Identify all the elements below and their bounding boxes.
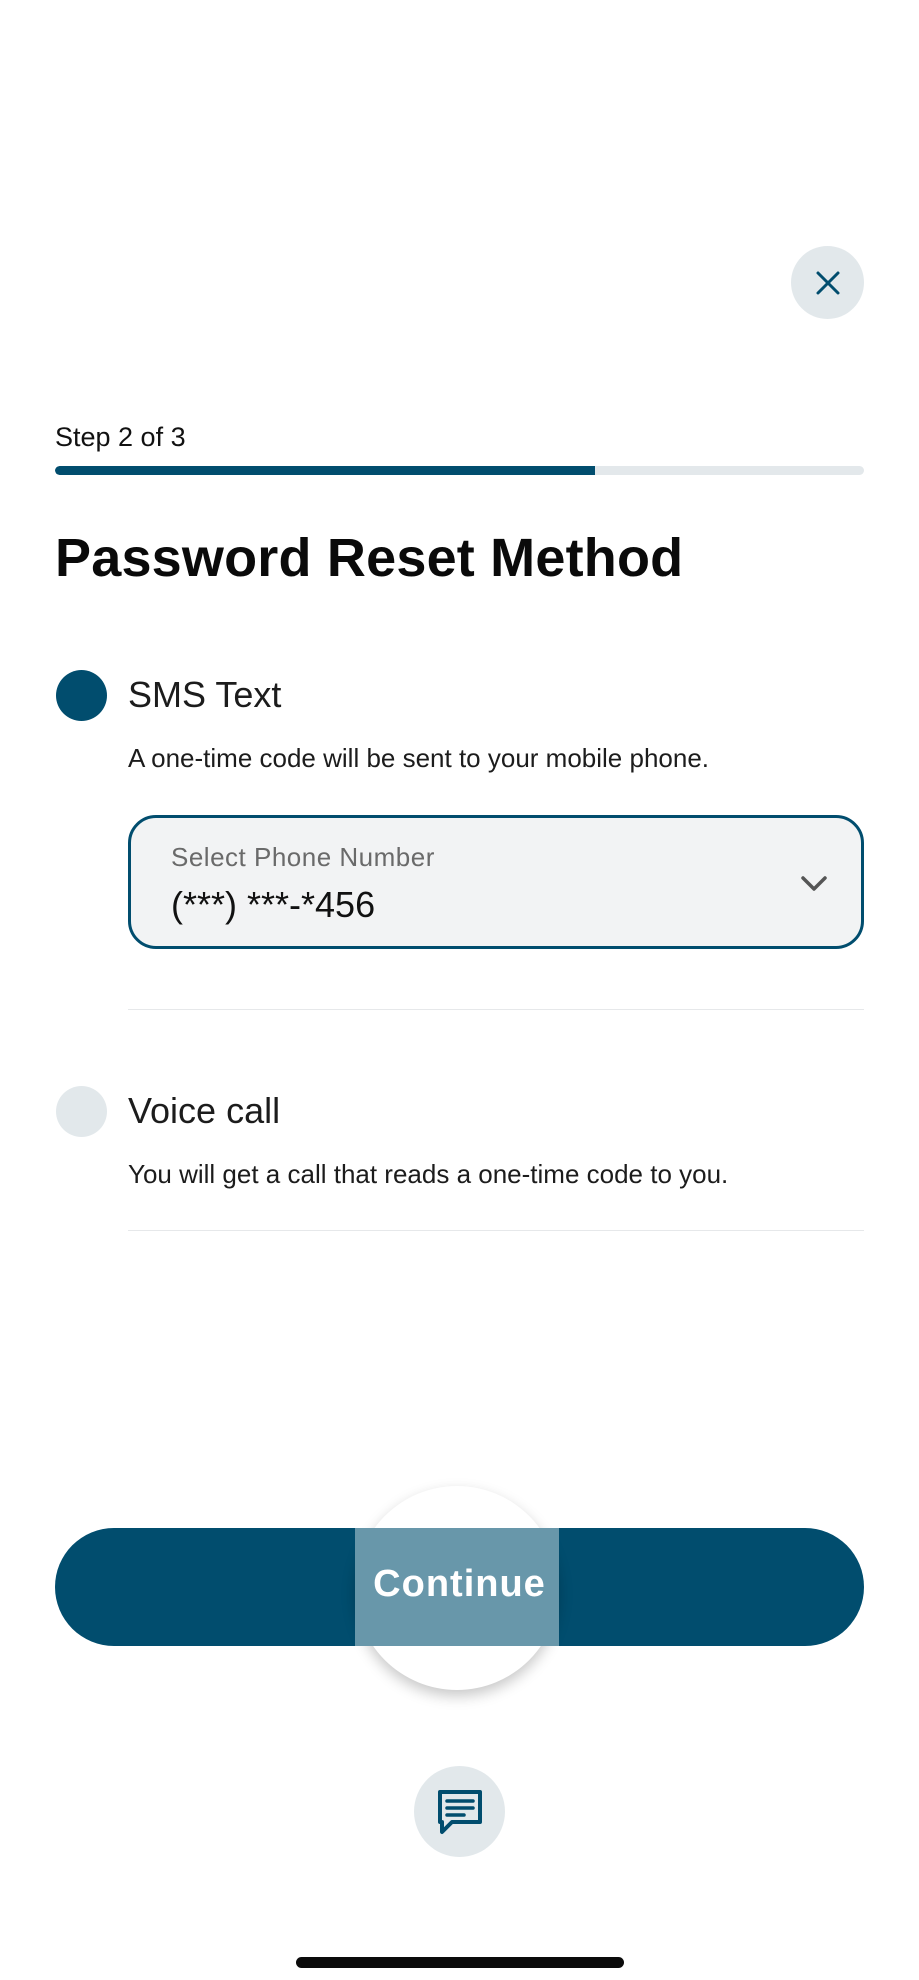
chat-button[interactable] [414, 1766, 505, 1857]
sms-text-radio[interactable] [56, 670, 107, 721]
chevron-down-icon [801, 876, 827, 891]
sms-text-option-title[interactable]: SMS Text [128, 674, 281, 716]
progress-fill [55, 466, 595, 475]
voice-call-option-title[interactable]: Voice call [128, 1090, 280, 1132]
select-phone-label: Select Phone Number [171, 842, 435, 872]
phone-number-select[interactable]: Select Phone Number (***) ***-*456 [128, 815, 864, 949]
chat-icon [437, 1789, 482, 1834]
close-icon [816, 271, 839, 294]
sms-text-option-description: A one-time code will be sent to your mob… [128, 743, 710, 773]
home-indicator [296, 1957, 624, 1968]
divider [128, 1009, 864, 1010]
close-button[interactable] [791, 246, 864, 319]
voice-call-radio[interactable] [56, 1086, 107, 1137]
step-label: Step 2 of 3 [55, 422, 186, 452]
select-phone-value: (***) ***-*456 [171, 884, 376, 925]
voice-call-option-description: You will get a call that reads a one-tim… [128, 1159, 729, 1189]
touch-indicator-overlay [355, 1528, 559, 1646]
divider [128, 1230, 864, 1231]
page-title: Password Reset Method [55, 528, 684, 588]
progress-bar [55, 466, 864, 475]
touch-indicator [355, 1486, 559, 1690]
